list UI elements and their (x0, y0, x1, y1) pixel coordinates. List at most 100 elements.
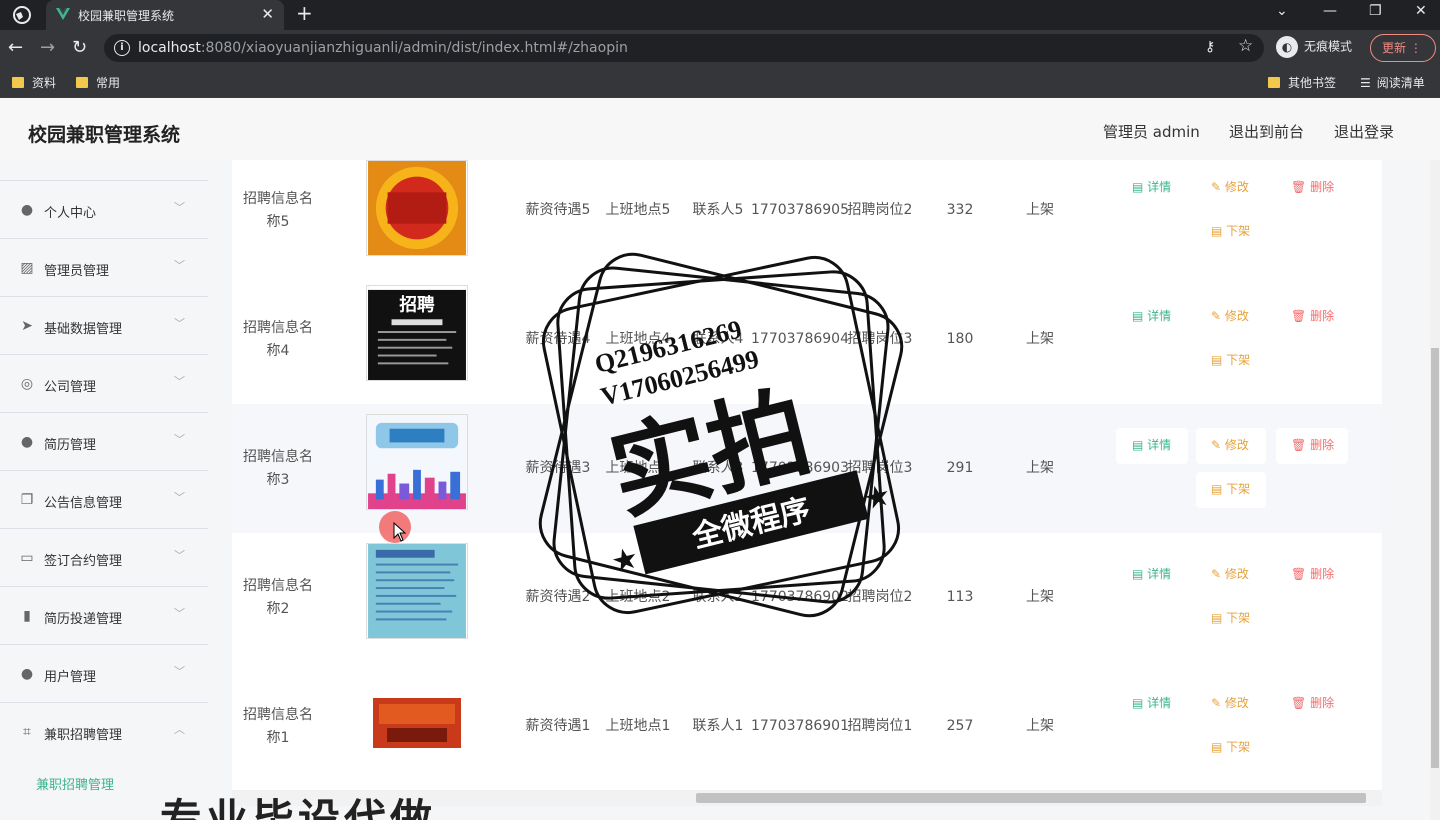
star-icon: ★ (608, 540, 643, 580)
detail-button[interactable]: ▤ 详情 (1132, 694, 1171, 711)
delete-button[interactable]: 🗑 删除 (1291, 436, 1334, 453)
down-button[interactable]: ▤ 下架 (1211, 480, 1250, 497)
sidebar-item-recruit[interactable]: ⌗ 兼职招聘管理 ︿ (0, 702, 208, 760)
edit-button[interactable]: ✎ 修改 (1211, 694, 1249, 711)
submenu-item-recruit[interactable]: 兼职招聘管理 (36, 774, 114, 793)
reading-list[interactable]: ☰ 阅读清单 (1360, 74, 1425, 91)
job-image: 招聘 (366, 285, 468, 381)
chevron-up-icon: ︿ (174, 723, 185, 736)
cell-salary: 薪资待遇1 (525, 718, 591, 734)
reload-icon[interactable]: ↻ (72, 37, 87, 58)
delete-button[interactable]: 🗑 删除 (1291, 565, 1334, 582)
cell-post: 招聘岗位1 (847, 718, 913, 734)
browser-tab[interactable]: 校园兼职管理系统 ✕ (46, 0, 284, 30)
compass-icon: ◎ (20, 376, 34, 392)
url-text: localhost:8080/xiaoyuanjianzhiguanli/adm… (138, 40, 628, 56)
browser-toolbar: ← → ↻ i localhost:8080/xiaoyuanjianzhigu… (0, 30, 1440, 66)
user-icon: ● (20, 434, 34, 450)
sidebar-item-base-data[interactable]: ➤ 基础数据管理 ﹀ (0, 296, 208, 354)
edit-button[interactable]: ✎ 修改 (1211, 307, 1249, 324)
bottom-watermark-text: 专业毕设代做 (160, 795, 437, 820)
folder-icon (12, 77, 24, 88)
sidebar-item-contract[interactable]: ▭ 签订合约管理 ﹀ (0, 528, 208, 586)
copy-icon: ❐ (20, 492, 34, 508)
back-to-front-link[interactable]: 退出到前台 (1229, 121, 1304, 142)
detail-button[interactable]: ▤ 详情 (1132, 565, 1171, 582)
chart-icon: ▨ (20, 260, 34, 276)
delete-button[interactable]: 🗑 删除 (1291, 178, 1334, 195)
minimize-icon[interactable]: — (1323, 3, 1337, 19)
detail-button[interactable]: ▤ 详情 (1132, 436, 1171, 453)
id-card-icon: ▭ (20, 550, 34, 566)
chevron-down-icon: ﹀ (174, 317, 185, 330)
reading-list-icon: ☰ (1360, 76, 1371, 90)
key-icon[interactable]: ⚷ (1205, 39, 1215, 55)
bookmark-folder[interactable]: 其他书签 (1268, 74, 1336, 91)
cell-place: 上班地点1 (605, 718, 671, 734)
chevron-down-icon: ﹀ (174, 375, 185, 388)
cell-count: 332 (946, 202, 974, 218)
chevron-down-icon[interactable]: ⌄ (1276, 3, 1288, 19)
tab-title: 校园兼职管理系统 (78, 9, 175, 23)
cell-count: 257 (946, 718, 974, 734)
edit-button[interactable]: ✎ 修改 (1211, 565, 1249, 582)
sidebar-item-admins[interactable]: ▨ 管理员管理 ﹀ (0, 238, 208, 296)
tab-close-icon[interactable]: ✕ (261, 5, 274, 23)
chevron-down-icon: ﹀ (174, 491, 185, 504)
new-tab-icon[interactable]: + (296, 1, 313, 25)
logout-link[interactable]: 退出登录 (1334, 121, 1394, 142)
chevron-down-icon: ﹀ (174, 607, 185, 620)
star-icon[interactable]: ☆ (1238, 36, 1253, 56)
sidebar-item-company[interactable]: ◎ 公司管理 ﹀ (0, 354, 208, 412)
edit-button[interactable]: ✎ 修改 (1211, 178, 1249, 195)
info-icon[interactable]: i (114, 40, 130, 56)
detail-button[interactable]: ▤ 详情 (1132, 307, 1171, 324)
watermark-stamp: Q2196316269 V17060256499 实拍 全微程序 ★ ★ (538, 252, 904, 618)
cell-name: 招聘信息名称4 (243, 319, 313, 359)
table-row: 招聘信息名称1 薪资待遇1 上班地点1 联系人1 17703786901 招聘岗… (232, 662, 1382, 791)
chevron-down-icon: ﹀ (174, 433, 185, 446)
forward-icon[interactable]: → (40, 37, 55, 58)
delete-button[interactable]: 🗑 删除 (1291, 694, 1334, 711)
incognito-indicator[interactable]: ◐ 无痕模式 (1276, 36, 1352, 60)
sidebar: ● 个人中心 ﹀ ▨ 管理员管理 ﹀ ➤ 基础数据管理 ﹀ ◎ 公司管理 ﹀ ● 简历管理 ﹀ ❐ 公… (0, 180, 208, 820)
close-window-icon[interactable]: ✕ (1415, 3, 1427, 19)
sidebar-item-users[interactable]: ● 用户管理 ﹀ (0, 644, 208, 702)
cell-status: 上架 (1026, 331, 1054, 347)
url-bar[interactable]: i localhost:8080/xiaoyuanjianzhiguanli/a… (104, 34, 1264, 62)
down-button[interactable]: ▤ 下架 (1211, 738, 1250, 755)
sidebar-item-personal[interactable]: ● 个人中心 ﹀ (0, 180, 208, 238)
sidebar-item-delivery[interactable]: ▮ 简历投递管理 ﹀ (0, 586, 208, 644)
crop-icon: ⌗ (23, 724, 31, 740)
app-title: 校园兼职管理系统 (28, 124, 181, 146)
cell-count: 291 (946, 460, 974, 476)
cell-count: 113 (946, 589, 974, 605)
bookmarks-bar: 资料 常用 其他书签 ☰ 阅读清单 (0, 66, 1440, 98)
sidebar-item-notice[interactable]: ❐ 公告信息管理 ﹀ (0, 470, 208, 528)
detail-button[interactable]: ▤ 详情 (1132, 178, 1171, 195)
edit-button[interactable]: ✎ 修改 (1211, 436, 1249, 453)
vertical-scroll-thumb[interactable] (1431, 348, 1439, 768)
cell-name: 招聘信息名称5 (243, 190, 313, 230)
delete-button[interactable]: 🗑 删除 (1291, 307, 1334, 324)
down-button[interactable]: ▤ 下架 (1211, 609, 1250, 626)
restore-icon[interactable]: ❐ (1369, 3, 1382, 19)
back-icon[interactable]: ← (8, 37, 23, 58)
vertical-scrollbar[interactable] (1430, 160, 1440, 820)
bookmark-folder[interactable]: 资料 (12, 74, 56, 91)
horizontal-scroll-thumb[interactable] (696, 793, 1366, 803)
user-icon: ● (20, 666, 34, 682)
globe-icon (13, 6, 31, 24)
down-button[interactable]: ▤ 下架 (1211, 222, 1250, 239)
chevron-down-icon: ﹀ (174, 665, 185, 678)
chevron-down-icon: ﹀ (174, 259, 185, 272)
down-button[interactable]: ▤ 下架 (1211, 351, 1250, 368)
send-icon: ➤ (21, 318, 33, 334)
job-image (367, 694, 467, 752)
job-image (366, 160, 468, 256)
cell-contact: 联系人1 (692, 718, 744, 734)
update-button[interactable]: 更新 ⋮ (1370, 34, 1436, 62)
bookmark-folder[interactable]: 常用 (76, 74, 120, 91)
sidebar-item-resume[interactable]: ● 简历管理 ﹀ (0, 412, 208, 470)
browser-tab-bar: 校园兼职管理系统 ✕ + ⌄ — ❐ ✕ (0, 0, 1440, 30)
